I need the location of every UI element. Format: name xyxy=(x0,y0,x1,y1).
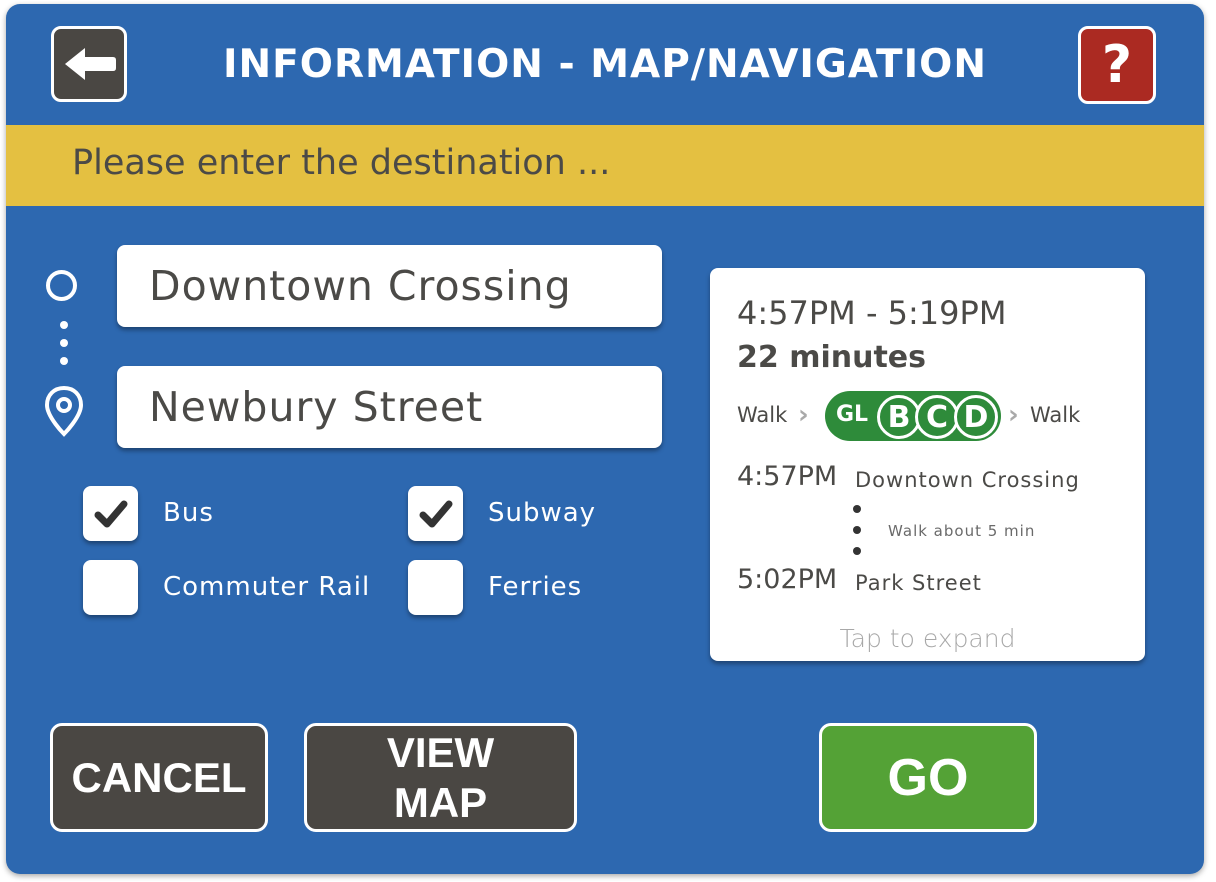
chevron-right-icon: › xyxy=(798,400,809,430)
cancel-label: CANCEL xyxy=(71,753,247,801)
destination-field[interactable]: Newbury Street xyxy=(117,366,662,448)
chevron-right-icon: › xyxy=(1008,400,1019,430)
page-title: INFORMATION - MAP/NAVIGATION xyxy=(223,42,987,87)
walk-note: Walk about 5 min xyxy=(888,522,1036,540)
prompt-text: Please enter the destination ... xyxy=(72,143,611,183)
go-button[interactable]: GO xyxy=(819,723,1037,832)
cancel-button[interactable]: CANCEL xyxy=(50,723,268,832)
checkmark-icon xyxy=(419,500,452,527)
view-map-label-line1: VIEW xyxy=(386,728,495,776)
route-dot xyxy=(60,339,68,347)
origin-value: Downtown Crossing xyxy=(149,262,572,310)
step-time: 4:57PM xyxy=(737,461,838,492)
navigation-screen: INFORMATION - MAP/NAVIGATION ? Please en… xyxy=(6,4,1204,874)
step-stop: Downtown Crossing xyxy=(855,468,1080,492)
bus-label: Bus xyxy=(163,498,214,528)
commuter-rail-label: Commuter Rail xyxy=(163,572,371,602)
commuter-rail-checkbox[interactable] xyxy=(83,560,138,615)
step-dot xyxy=(853,505,861,513)
destination-value: Newbury Street xyxy=(149,383,484,431)
trip-duration: 22 minutes xyxy=(737,340,926,375)
back-button[interactable] xyxy=(51,26,127,102)
origin-field[interactable]: Downtown Crossing xyxy=(117,245,662,327)
expand-hint: Tap to expand xyxy=(839,624,1016,653)
step-stop: Park Street xyxy=(855,571,982,595)
step-dot xyxy=(853,526,861,534)
subway-checkbox[interactable] xyxy=(408,486,463,541)
origin-icon xyxy=(46,270,77,301)
green-line-badge: GL B C D xyxy=(825,391,1001,441)
subway-label: Subway xyxy=(488,498,597,528)
trip-summary-card[interactable]: 4:57PM - 5:19PM 22 minutes Walk › GL B C… xyxy=(710,268,1145,661)
walk-after-label: Walk xyxy=(1030,403,1081,427)
prompt-banner: Please enter the destination ... xyxy=(6,125,1204,206)
bus-checkbox[interactable] xyxy=(83,486,138,541)
go-label: GO xyxy=(887,748,969,807)
view-map-button[interactable]: VIEW MAP xyxy=(304,723,577,832)
arrow-left-icon xyxy=(65,48,116,80)
ferries-checkbox[interactable] xyxy=(408,560,463,615)
view-map-label-line2: MAP xyxy=(393,778,488,826)
trip-time-range: 4:57PM - 5:19PM xyxy=(737,294,1007,332)
route-dot xyxy=(60,357,68,365)
step-dot xyxy=(853,547,861,555)
route-dot xyxy=(60,321,68,329)
help-icon: ? xyxy=(1101,35,1133,95)
step-time: 5:02PM xyxy=(737,564,838,595)
branch-c-badge: C xyxy=(915,395,959,439)
help-button[interactable]: ? xyxy=(1078,26,1156,104)
ferries-label: Ferries xyxy=(488,572,583,602)
walk-before-label: Walk xyxy=(737,403,788,427)
checkmark-icon xyxy=(94,500,127,527)
location-pin-icon xyxy=(44,385,84,437)
line-label: GL xyxy=(836,402,869,427)
branch-d-badge: D xyxy=(954,395,998,439)
